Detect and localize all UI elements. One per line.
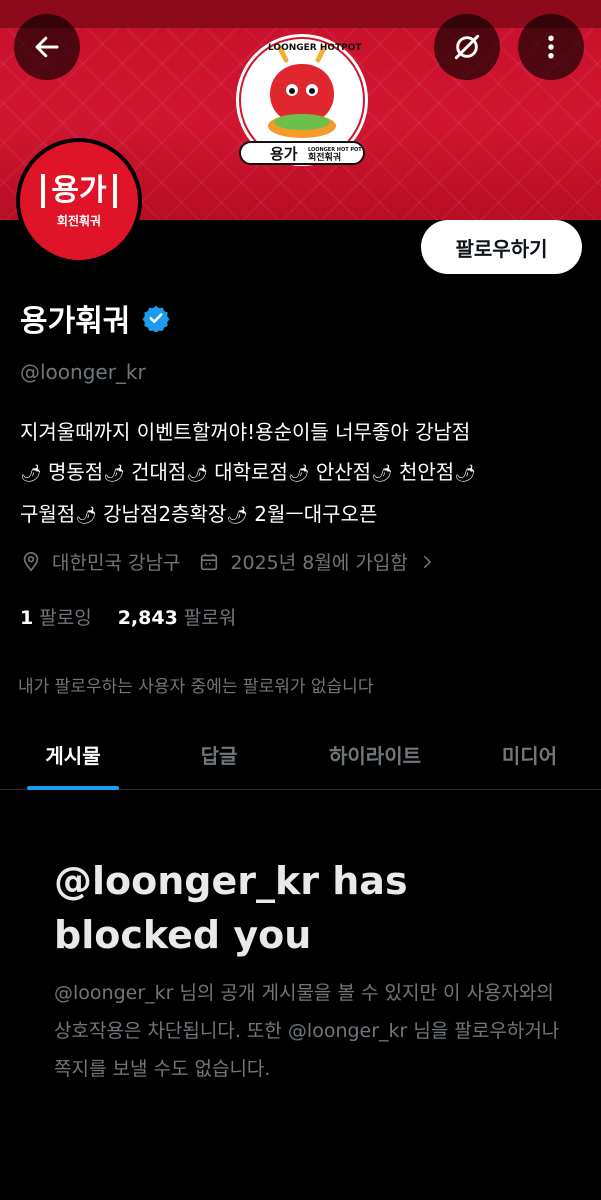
display-name: 용가훠궈 [20, 304, 131, 339]
active-tab-indicator [27, 786, 119, 790]
profile-avatar[interactable]: 용가 회전훠궈 [16, 138, 142, 264]
chili-pepper-icon: 🌶 [75, 506, 97, 526]
tab-posts[interactable]: 게시물 [0, 718, 146, 790]
banner-logo-sub-text: 회전훠궈 [308, 151, 341, 163]
follow-stats: 1 팔로잉 2,843 팔로워 [20, 603, 236, 630]
more-vertical-icon [548, 35, 554, 59]
bio-text: 명동점 [47, 460, 104, 484]
bio-text: 지겨울때까지 이벤트할꺼야!용순이들 너무좋아 강남점 [20, 420, 471, 444]
profile-meta: 대한민국 강남구 2025년 8월에 가입함 [20, 548, 454, 575]
followers-count: 2,843 [117, 607, 178, 629]
translate-off-icon [454, 34, 480, 60]
more-options-button[interactable] [518, 14, 584, 80]
follow-button[interactable]: 팔로우하기 [421, 220, 582, 274]
profile-handle: @loonger_kr [20, 360, 146, 384]
tab-media[interactable]: 미디어 [458, 718, 601, 790]
profile-tabs: 게시물 답글 하이라이트 미디어 [0, 718, 601, 790]
followers-link[interactable]: 2,843 팔로워 [118, 603, 237, 630]
following-link[interactable]: 1 팔로잉 [20, 603, 92, 630]
name-row: 용가훠궈 [20, 296, 170, 340]
bio-text: 안산점 [315, 460, 372, 484]
bio-text: 2월ㅡ대구오픈 [254, 502, 378, 526]
bio-text: 대학로점 [214, 460, 288, 484]
bio-text: 강남점2층확장 [103, 502, 227, 526]
location-text: 대한민국 강남구 [52, 552, 181, 574]
calendar-icon [201, 553, 218, 570]
chili-pepper-icon: 🌶 [287, 464, 310, 484]
followers-label: 팔로워 [183, 607, 237, 629]
avatar-logo: 용가 회전훠궈 [20, 142, 138, 260]
blocked-title: @loonger_kr has blocked you [54, 859, 408, 957]
location-item: 대한민국 강남구 [20, 548, 180, 575]
tab-label: 미디어 [501, 743, 558, 768]
tab-replies[interactable]: 답글 [146, 718, 292, 790]
chili-pepper-icon: 🌶 [454, 464, 476, 484]
tab-label: 답글 [200, 743, 238, 768]
banner-logo-top-text: LOONGER HOTPOT [268, 43, 362, 53]
chili-pepper-icon: 🌶 [103, 464, 125, 484]
verified-badge-icon[interactable] [142, 304, 170, 332]
bio-text: 구월점 [20, 502, 76, 526]
profile-bio: 지겨울때까지 이벤트할꺼야!용순이들 너무좋아 강남점 🌶 명동점🌶 건대점🌶 … [20, 412, 585, 536]
mutual-followers-note: 내가 팔로우하는 사용자 중에는 팔로워가 없습니다 [18, 677, 374, 697]
back-button[interactable] [14, 14, 80, 80]
avatar-main-text: 용가 [41, 173, 117, 208]
chili-pepper-icon: 🌶 [20, 464, 42, 484]
chili-pepper-icon: 🌶 [371, 464, 393, 484]
joined-text: 2025년 8월에 가입함 [230, 552, 408, 574]
chevron-right-icon [423, 555, 431, 568]
chili-pepper-icon: 🌶 [226, 506, 248, 526]
joined-item[interactable]: 2025년 8월에 가입함 [198, 548, 435, 575]
avatar-sub-text: 회전훠궈 [56, 213, 102, 228]
bio-text: 건대점 [131, 460, 187, 484]
bio-text: 천안점 [398, 460, 455, 484]
tab-highlights[interactable]: 하이라이트 [292, 718, 458, 790]
translate-toggle-button[interactable] [434, 14, 500, 80]
following-label: 팔로잉 [39, 607, 92, 629]
tab-label: 게시물 [45, 743, 101, 768]
banner-logo-main-text: 용가 [270, 145, 298, 163]
chili-pepper-icon: 🌶 [186, 464, 208, 484]
arrow-left-icon [35, 36, 59, 58]
blocked-description: @loonger_kr 님의 공개 게시물을 볼 수 있지만 이 사용자와의 상… [54, 982, 560, 1080]
banner-logo: 용가 LOONGER HOT POT 회전훠궈 LOONGER HOTPOT [236, 34, 368, 166]
tab-label: 하이라이트 [329, 743, 421, 768]
following-count: 1 [20, 607, 34, 629]
location-pin-icon [23, 551, 39, 572]
